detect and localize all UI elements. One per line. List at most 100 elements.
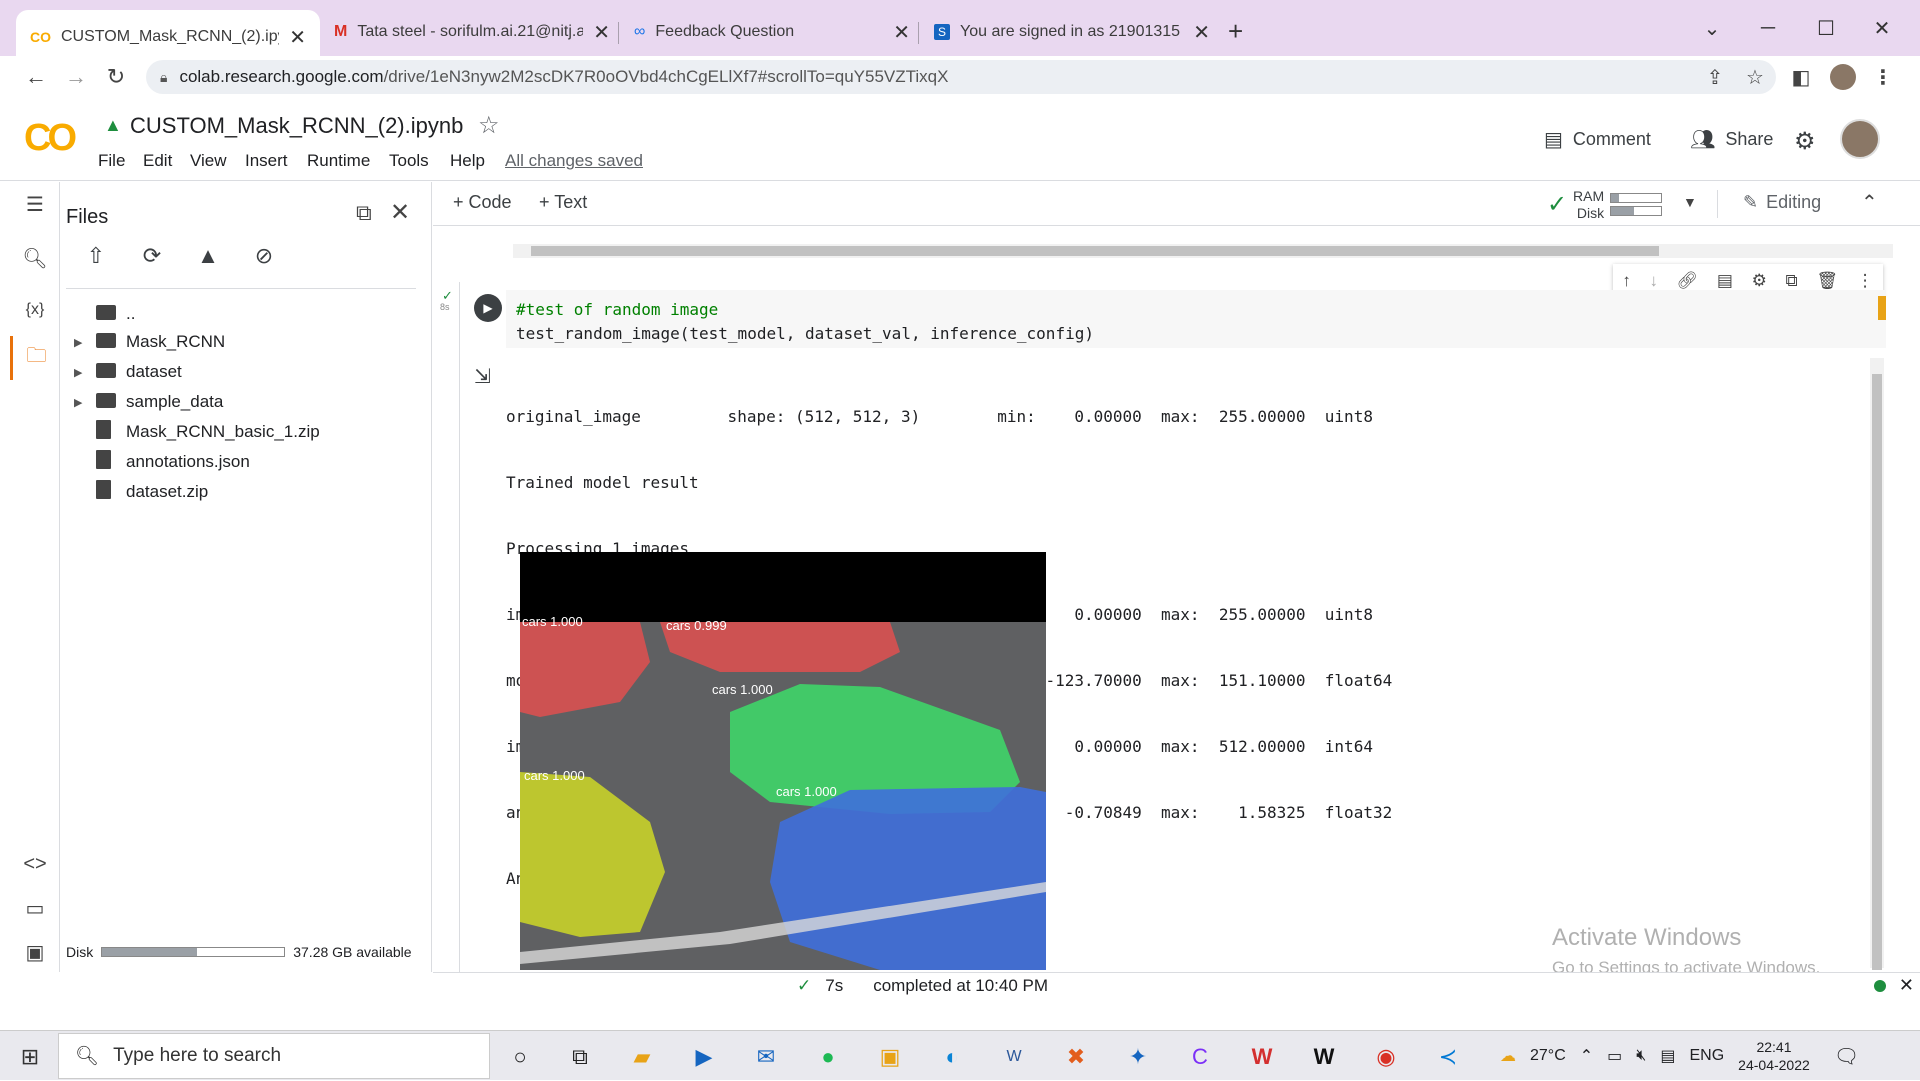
- close-icon[interactable]: ✕: [1193, 20, 1210, 45]
- add-text-button[interactable]: + Text: [539, 192, 587, 213]
- cortana-icon[interactable]: ○: [500, 1037, 540, 1077]
- hide-files-icon[interactable]: ⊘: [246, 238, 282, 274]
- forward-arrow-icon[interactable]: →: [58, 56, 94, 98]
- xampp-icon[interactable]: ✖: [1056, 1037, 1096, 1077]
- comment-button[interactable]: ▤ Comment: [1544, 127, 1651, 152]
- temperature[interactable]: 27°C: [1530, 1047, 1566, 1065]
- windows-start-icon[interactable]: ⊞: [10, 1037, 50, 1077]
- scrollbar-thumb[interactable]: [1872, 374, 1882, 970]
- tab-feedback[interactable]: ∞ Feedback Question ✕: [620, 10, 924, 54]
- colab-logo[interactable]: CO: [24, 117, 77, 160]
- vscode-icon[interactable]: ≺: [1428, 1037, 1468, 1077]
- media-player-icon[interactable]: ▶: [684, 1037, 724, 1077]
- tab-search-icon[interactable]: ⌄: [1684, 8, 1740, 48]
- profile-avatar[interactable]: [1828, 56, 1858, 98]
- menu-file[interactable]: File: [98, 151, 125, 171]
- expand-arrow-icon[interactable]: ▶: [74, 396, 96, 409]
- file-explorer-icon[interactable]: ▰: [622, 1037, 662, 1077]
- resource-monitor[interactable]: RAM Disk: [1573, 188, 1663, 222]
- tree-item-sample-data[interactable]: ▶ sample_data: [74, 388, 223, 416]
- webex-icon[interactable]: W: [1304, 1037, 1344, 1077]
- edge-icon[interactable]: ◐: [932, 1037, 972, 1077]
- menu-view[interactable]: View: [190, 151, 227, 171]
- mount-drive-icon[interactable]: ▲: [190, 238, 226, 274]
- spotify-icon[interactable]: ●: [808, 1037, 848, 1077]
- menu-runtime[interactable]: Runtime: [307, 151, 370, 171]
- show-hidden-icons[interactable]: ⌃: [1580, 1046, 1593, 1066]
- resources-dropdown-icon[interactable]: ▼: [1683, 194, 1697, 210]
- scrollbar-thumb[interactable]: [531, 246, 1659, 256]
- notifications-icon[interactable]: 🗨︎: [1834, 1044, 1859, 1069]
- command-palette-icon[interactable]: ▭: [10, 886, 60, 930]
- battery-icon[interactable]: ▭: [1607, 1046, 1622, 1066]
- output-scrollbar[interactable]: [1870, 358, 1884, 970]
- side-panel-icon[interactable]: ◧: [1786, 56, 1816, 98]
- collapse-header-icon[interactable]: ⌃: [1861, 190, 1878, 215]
- close-status-icon[interactable]: ✕: [1899, 975, 1914, 996]
- colab-header: CO ▲ CUSTOM_Mask_RCNN_(2).ipynb ☆ File E…: [0, 99, 1920, 181]
- volume-muted-icon[interactable]: 🔇︎: [1636, 1047, 1646, 1065]
- output-toggle-icon[interactable]: ⇲: [474, 364, 491, 389]
- tree-item-dataset[interactable]: ▶ dataset: [74, 358, 182, 386]
- chrome-icon[interactable]: ◉: [1366, 1037, 1406, 1077]
- close-icon[interactable]: ✕: [593, 20, 610, 45]
- upload-icon[interactable]: ⇧: [78, 238, 114, 274]
- close-icon[interactable]: ✕: [289, 25, 306, 50]
- close-icon[interactable]: ✕: [893, 20, 910, 45]
- notebook-title[interactable]: CUSTOM_Mask_RCNN_(2).ipynb: [130, 113, 463, 139]
- maximize-button[interactable]: ☐: [1798, 8, 1854, 48]
- expand-arrow-icon[interactable]: ▶: [74, 366, 96, 379]
- menu-tools[interactable]: Tools: [389, 151, 429, 171]
- tree-item-mask-rcnn[interactable]: ▶ Mask_RCNN: [74, 328, 225, 356]
- task-view-icon[interactable]: ⧉: [560, 1037, 600, 1077]
- tab-gmail[interactable]: M Tata steel - sorifulm.ai.21@nitj.ac ✕: [320, 10, 624, 54]
- wps-office-icon[interactable]: W: [1242, 1037, 1282, 1077]
- minimize-button[interactable]: ─: [1740, 8, 1796, 48]
- user-avatar[interactable]: [1840, 119, 1880, 159]
- close-panel-icon[interactable]: ✕: [390, 198, 410, 227]
- star-icon[interactable]: ☆: [478, 111, 500, 140]
- refresh-folder-icon[interactable]: ⟳: [134, 238, 170, 274]
- tree-item-dataset-zip[interactable]: dataset.zip: [74, 478, 208, 506]
- word-icon[interactable]: W: [994, 1037, 1034, 1077]
- tree-item-annotations[interactable]: annotations.json: [74, 448, 250, 476]
- new-tab-button[interactable]: +: [1228, 16, 1243, 47]
- table-of-contents-icon[interactable]: ☰: [10, 182, 60, 226]
- back-arrow-icon[interactable]: ←: [18, 56, 54, 98]
- pinned-app-icon[interactable]: ✦: [1118, 1037, 1158, 1077]
- menu-insert[interactable]: Insert: [245, 151, 288, 171]
- menu-edit[interactable]: Edit: [143, 151, 172, 171]
- window-close-button[interactable]: ✕: [1854, 8, 1910, 48]
- search-icon[interactable]: 🔍︎: [10, 236, 60, 280]
- taskbar-search[interactable]: 🔍︎ Type here to search: [58, 1033, 490, 1079]
- share-page-icon[interactable]: ⇪: [1700, 56, 1730, 98]
- terminal-icon[interactable]: ▣: [10, 930, 60, 974]
- editing-mode-button[interactable]: ✎ Editing: [1743, 192, 1821, 213]
- expand-arrow-icon[interactable]: ▶: [74, 336, 96, 349]
- video-editor-icon[interactable]: ▣: [870, 1037, 910, 1077]
- open-in-tab-icon[interactable]: ⧉: [356, 200, 372, 226]
- code-snippets-icon[interactable]: <>: [10, 842, 60, 886]
- clock[interactable]: 22:41 24-04-2022: [1738, 1038, 1810, 1074]
- network-icon[interactable]: ▤: [1660, 1046, 1675, 1066]
- settings-gear-icon[interactable]: ⚙: [1794, 127, 1816, 156]
- save-status[interactable]: All changes saved: [505, 151, 643, 171]
- horizontal-scrollbar[interactable]: [513, 244, 1893, 258]
- variables-icon[interactable]: {x}: [10, 288, 60, 332]
- folder-icon[interactable]: 🗀: [10, 336, 60, 380]
- mail-icon[interactable]: ✉: [746, 1037, 786, 1077]
- share-button[interactable]: 👥︎ Share: [1690, 127, 1773, 152]
- chrome-menu-icon[interactable]: ⋮: [1868, 56, 1898, 98]
- tree-item-parent[interactable]: ..: [74, 300, 135, 328]
- menu-help[interactable]: Help: [450, 151, 485, 171]
- bookmark-star-icon[interactable]: ☆: [1740, 56, 1770, 98]
- tab-signed-in[interactable]: S You are signed in as 21901315 ✕: [920, 10, 1224, 54]
- run-cell-button[interactable]: ▶: [474, 294, 502, 322]
- add-code-button[interactable]: + Code: [453, 192, 512, 213]
- canva-icon[interactable]: C: [1180, 1037, 1220, 1077]
- address-bar[interactable]: 🔒︎ colab.research.google.com/drive/1eN3n…: [146, 60, 1776, 94]
- tree-item-basic-zip[interactable]: Mask_RCNN_basic_1.zip: [74, 418, 320, 446]
- language-indicator[interactable]: ENG: [1690, 1047, 1725, 1065]
- code-editor[interactable]: #test of random image test_random_image(…: [506, 290, 1886, 348]
- reload-icon[interactable]: ↻: [98, 56, 134, 98]
